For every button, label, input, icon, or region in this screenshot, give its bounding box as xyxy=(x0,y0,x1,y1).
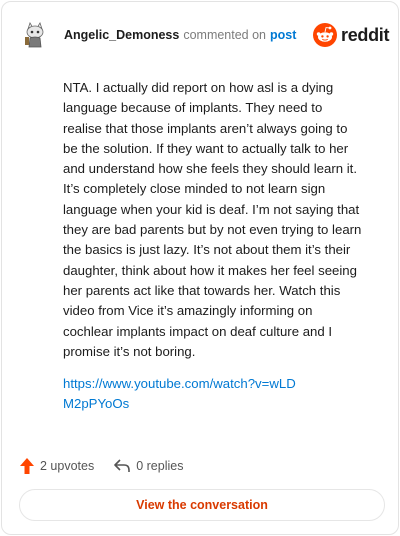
reddit-brand[interactable]: reddit xyxy=(313,22,390,48)
user-avatar-icon[interactable] xyxy=(22,19,48,49)
upvote-button[interactable]: 2 upvotes xyxy=(20,458,94,474)
reddit-logo-icon xyxy=(313,23,337,47)
username[interactable]: Angelic_Demoness xyxy=(64,28,179,42)
comment-card: Angelic_Demoness commented on post reddit … xyxy=(1,1,399,535)
post-link[interactable]: post xyxy=(270,28,296,42)
comment-header: Angelic_Demoness commented on post reddit xyxy=(2,2,398,64)
header-text: Angelic_Demoness commented on post xyxy=(64,28,296,42)
reply-arrow-icon xyxy=(114,459,131,472)
reply-count: 0 replies xyxy=(136,459,184,473)
comment-body: NTA. I actually did report on how asl is… xyxy=(63,80,362,359)
comment-actions: 2 upvotes 0 replies xyxy=(20,455,203,477)
brand-wordmark: reddit xyxy=(341,24,390,45)
view-conversation-button[interactable]: View the conversation xyxy=(19,489,385,521)
upvote-arrow-icon xyxy=(20,458,34,474)
upvote-count: 2 upvotes xyxy=(40,459,95,473)
action-text: commented on xyxy=(183,28,267,42)
youtube-link[interactable]: https://www.youtube.com/watch?v=wLDM2pPY… xyxy=(63,374,303,415)
reply-button[interactable]: 0 replies xyxy=(114,459,183,473)
